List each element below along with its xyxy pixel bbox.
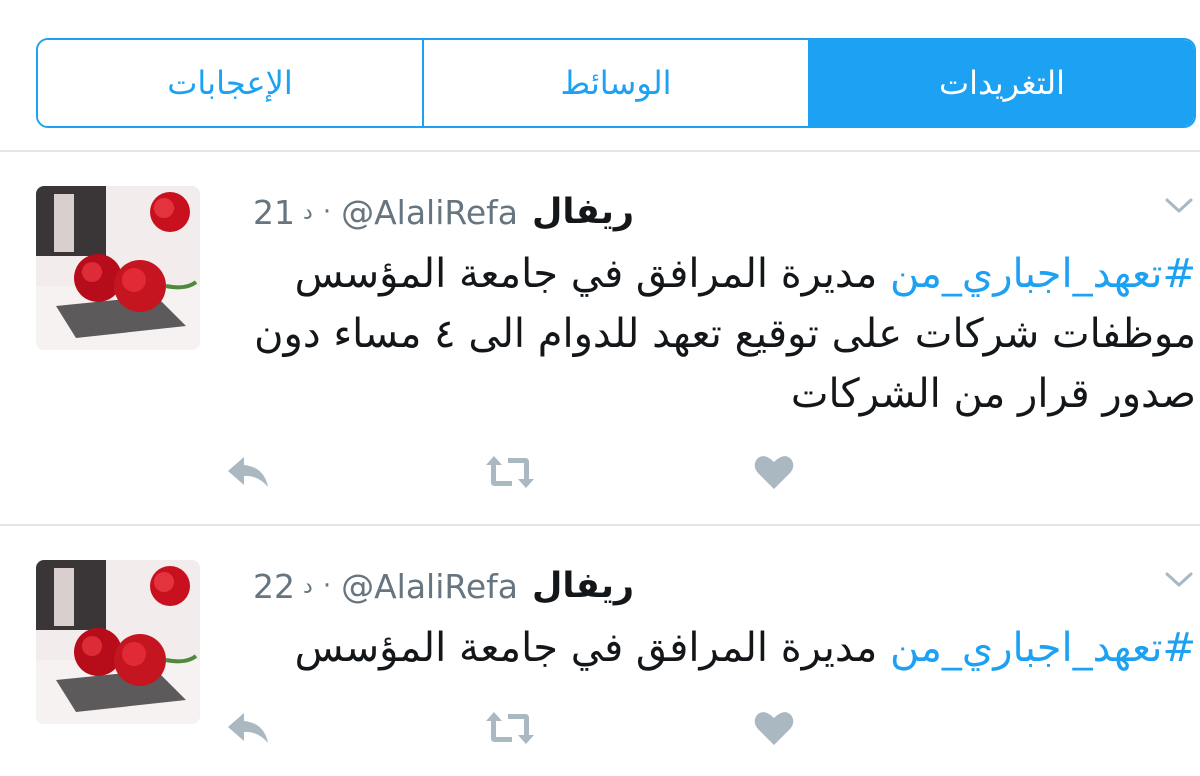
tab-media[interactable]: الوسائط bbox=[422, 40, 808, 126]
tweet-header: 21 د · @AlaliRefa ريفال bbox=[253, 190, 634, 234]
chevron-down-icon[interactable] bbox=[1164, 570, 1194, 590]
retweet-button[interactable] bbox=[486, 450, 534, 494]
like-button[interactable] bbox=[750, 706, 798, 750]
tab-tweets[interactable]: التغريدات bbox=[808, 40, 1194, 126]
retweet-icon bbox=[486, 712, 534, 744]
tweet-text: #تعهد_اجباري_من مديرة المرافق في جامعة ا… bbox=[236, 244, 1196, 424]
tweet-time-unit: د bbox=[303, 199, 313, 225]
tweet-text: #تعهد_اجباري_من مديرة المرافق في جامعة ا… bbox=[236, 618, 1196, 678]
reply-icon bbox=[228, 457, 268, 487]
heart-icon bbox=[754, 712, 794, 745]
retweet-icon bbox=[486, 456, 534, 488]
tweet-header: 22 د · @AlaliRefa ريفال bbox=[253, 564, 634, 608]
profile-timeline: الإعجابات الوسائط التغريدات 21 د · @Alal… bbox=[0, 0, 1200, 776]
like-button[interactable] bbox=[750, 450, 798, 494]
tweet-time-unit: د bbox=[303, 573, 313, 599]
user-handle[interactable]: @AlaliRefa bbox=[341, 567, 518, 606]
chevron-down-icon[interactable] bbox=[1164, 196, 1194, 216]
separator-dot: · bbox=[322, 197, 332, 227]
tweet[interactable]: 21 د · @AlaliRefa ريفال #تعهد_اجباري_من … bbox=[0, 152, 1200, 524]
separator-dot: · bbox=[322, 571, 332, 601]
avatar[interactable] bbox=[36, 560, 200, 724]
profile-tabs: الإعجابات الوسائط التغريدات bbox=[36, 38, 1196, 128]
reply-button[interactable] bbox=[224, 450, 272, 494]
avatar[interactable] bbox=[36, 186, 200, 350]
tweet-time[interactable]: 21 bbox=[253, 193, 295, 232]
reply-button[interactable] bbox=[224, 706, 272, 750]
tweet-text-rest: موظفات شركات على توقيع تعهد للدوام الى ٤… bbox=[254, 311, 1196, 417]
reply-icon bbox=[228, 713, 268, 743]
heart-icon bbox=[754, 456, 794, 489]
tab-likes[interactable]: الإعجابات bbox=[38, 40, 422, 126]
user-handle[interactable]: @AlaliRefa bbox=[341, 193, 518, 232]
hashtag-link[interactable]: #تعهد_اجباري_من bbox=[890, 625, 1196, 671]
tweet-text-line1: مديرة المرافق في جامعة المؤسس bbox=[294, 625, 891, 671]
tweet-text-line1: مديرة المرافق في جامعة المؤسس bbox=[294, 251, 891, 297]
hashtag-link[interactable]: #تعهد_اجباري_من bbox=[890, 251, 1196, 297]
tweet-time[interactable]: 22 bbox=[253, 567, 295, 606]
user-name[interactable]: ريفال bbox=[532, 192, 634, 232]
user-name[interactable]: ريفال bbox=[532, 566, 634, 606]
tweet[interactable]: 22 د · @AlaliRefa ريفال #تعهد_اجباري_من … bbox=[0, 526, 1200, 776]
retweet-button[interactable] bbox=[486, 706, 534, 750]
